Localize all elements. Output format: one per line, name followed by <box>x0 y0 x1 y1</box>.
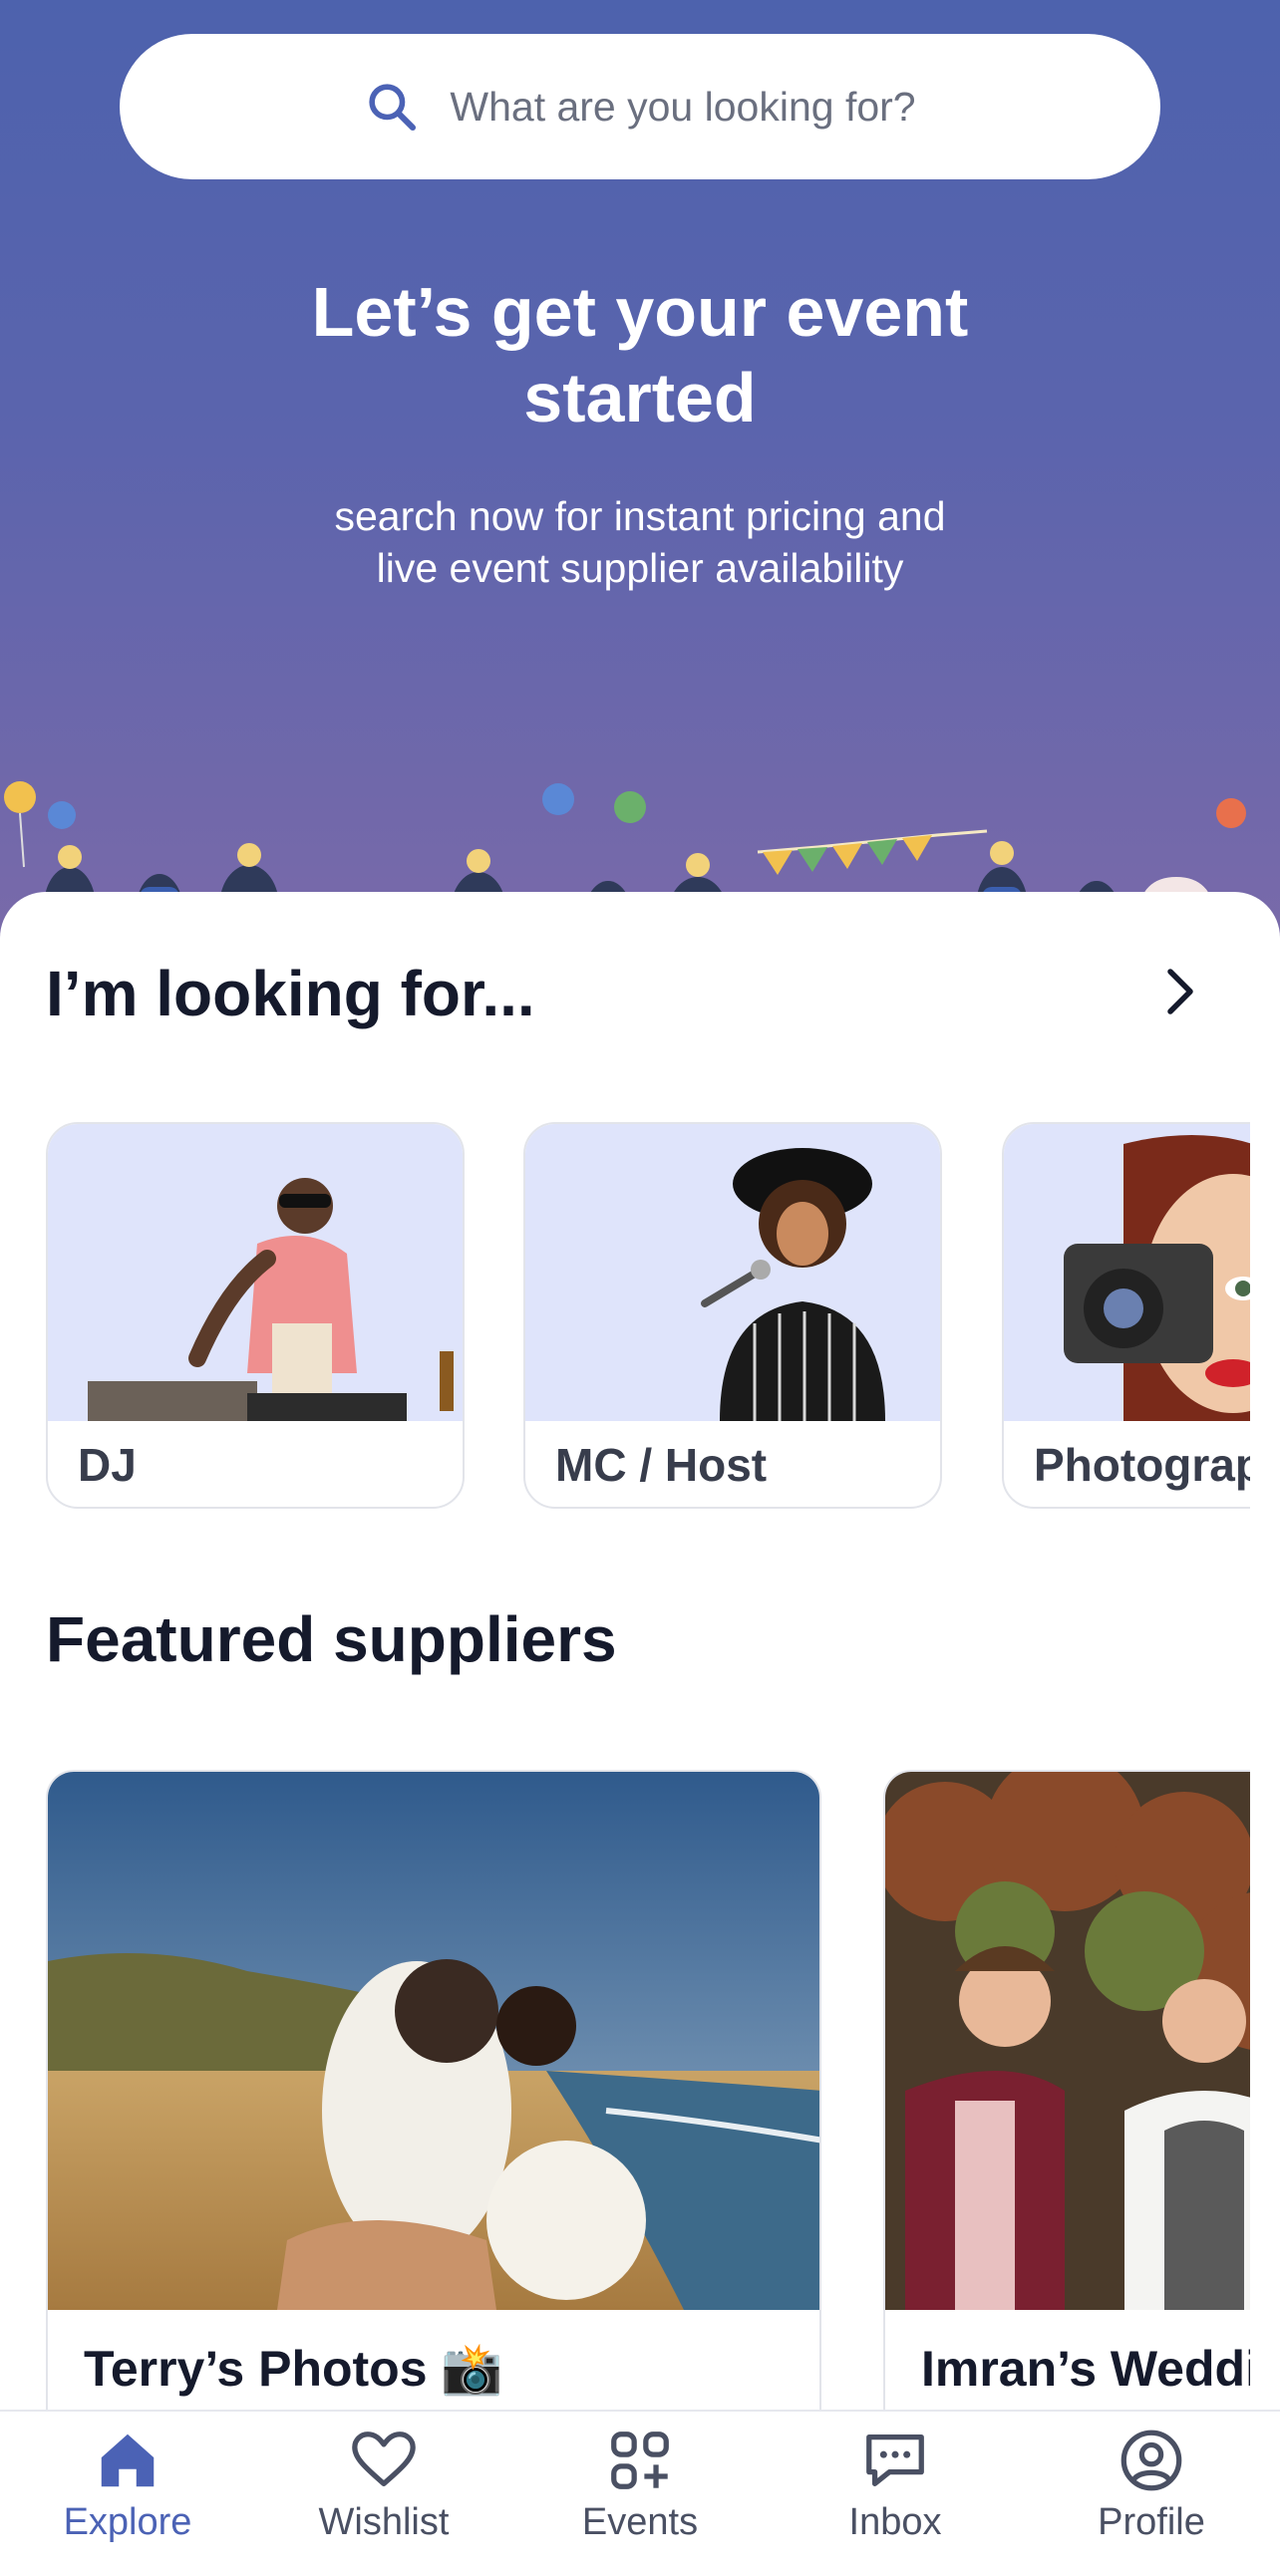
category-card-dj[interactable]: DJ <box>46 1122 465 1509</box>
tab-label: Explore <box>63 2501 192 2543</box>
mc-host-photo <box>525 1124 940 1421</box>
tab-inbox[interactable]: Inbox <box>786 2426 1005 2544</box>
wedding-guests-photo <box>885 1772 1250 2310</box>
beach-couple-photo <box>48 1772 819 2310</box>
tab-wishlist[interactable]: Wishlist <box>274 2426 493 2544</box>
category-card-mc-host[interactable]: MC / Host <box>523 1122 942 1509</box>
bottom-tab-bar: Explore Wishlist Events Inbox Profile <box>0 2410 1280 2576</box>
chat-icon <box>866 2434 924 2486</box>
supplier-card-terrys-photos[interactable]: Terry’s Photos 📸 <box>46 1770 821 2437</box>
heart-icon <box>352 2432 416 2486</box>
tab-events[interactable]: Events <box>530 2426 750 2544</box>
grid-plus-icon <box>611 2432 669 2489</box>
tab-label: Inbox <box>848 2501 942 2543</box>
supplier-name: Imran’s Wedding <box>921 2341 1250 2397</box>
chevron-right-icon[interactable] <box>1150 962 1210 1021</box>
category-label: MC / Host <box>555 1439 768 1491</box>
category-label: DJ <box>78 1439 137 1491</box>
tab-label: Wishlist <box>318 2501 450 2543</box>
categories-title: I’m looking for... <box>46 958 535 1029</box>
scroll-content[interactable]: I’m looking for... DJ MC / Host Photogra… <box>0 0 1250 2576</box>
tab-profile[interactable]: Profile <box>1042 2426 1261 2544</box>
category-card-photographer[interactable]: Photographer <box>1002 1122 1250 1509</box>
category-label: Photographer <box>1034 1439 1250 1491</box>
supplier-name: Terry’s Photos 📸 <box>84 2341 503 2397</box>
tab-explore[interactable]: Explore <box>18 2426 237 2544</box>
tab-label: Profile <box>1098 2501 1205 2543</box>
photographer-photo <box>1004 1124 1250 1421</box>
user-circle-icon <box>1120 2430 1182 2491</box>
featured-title: Featured suppliers <box>46 1603 617 1675</box>
supplier-card-imrans-wedding[interactable]: Imran’s Wedding <box>883 1770 1250 2437</box>
home-icon <box>101 2433 155 2487</box>
tab-label: Events <box>581 2501 699 2543</box>
dj-photo <box>48 1124 463 1421</box>
